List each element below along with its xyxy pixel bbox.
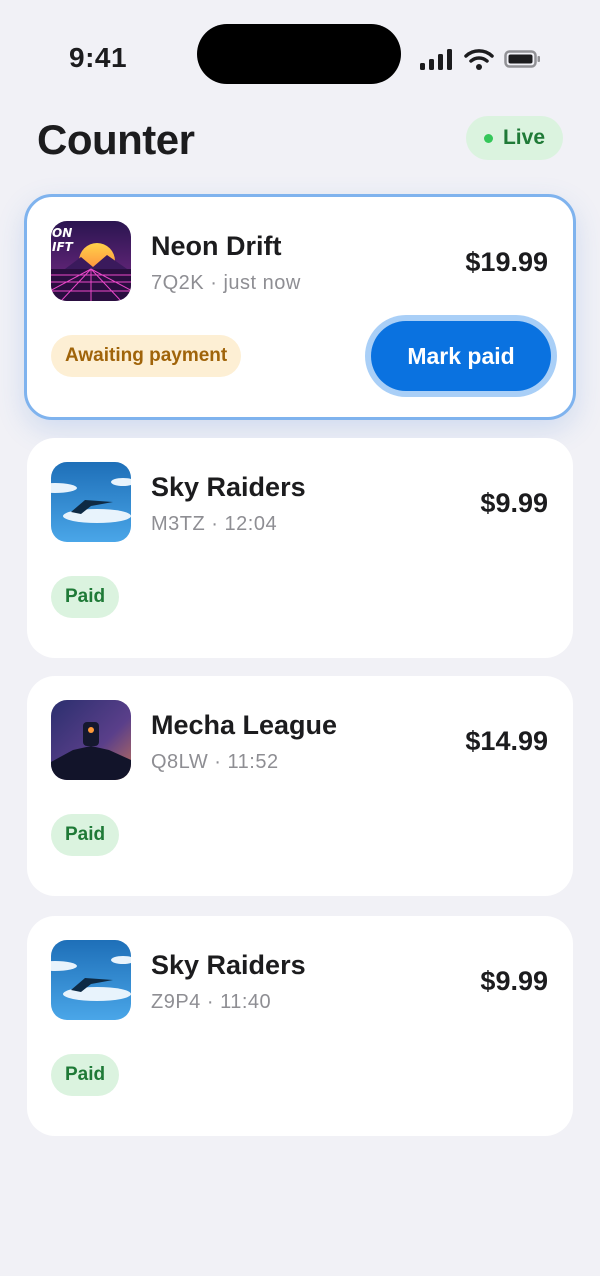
live-label: Live [502,126,546,149]
order-meta: Q8LW · 11:52 [151,751,279,774]
battery-icon [504,50,540,68]
game-name: Neon Drift [151,231,282,261]
order-card[interactable]: Mecha League Q8LW · 11:52 $14.99 Paid [27,676,573,896]
order-price: $9.99 [480,966,548,996]
order-code: Z9P4 [151,991,201,1013]
order-price: $19.99 [465,247,548,277]
order-time: 11:52 [227,751,279,773]
wifi-icon [464,49,494,70]
game-name: Sky Raiders [151,472,306,502]
status-badge-paid: Paid [51,814,120,856]
status-badge-paid: Paid [51,1054,120,1096]
live-status-badge: Live [466,116,563,160]
status-badge-paid: Paid [51,576,120,618]
live-dot-icon [483,133,493,143]
order-price: $14.99 [465,726,548,756]
mecha-league-art-icon [51,700,131,780]
order-time: 11:40 [220,991,272,1013]
order-meta: Z9P4 · 11:40 [151,991,271,1014]
mecha-league-thumbnail [51,700,131,780]
order-time: 12:04 [224,513,278,535]
order-time: just now [223,272,301,294]
sky-raiders-thumbnail [51,940,131,1020]
order-code: Q8LW [151,751,209,773]
status-badge-awaiting: Awaiting payment [51,335,242,377]
order-code: M3TZ [151,513,206,535]
sky-raiders-art-icon [51,462,131,542]
page-title: Counter [37,116,195,163]
meta-separator: · [214,751,222,773]
svg-text:IFT: IFT [52,240,74,254]
order-price: $9.99 [480,488,548,518]
order-code: 7Q2K [151,272,205,294]
order-card[interactable]: Sky Raiders Z9P4 · 11:40 $9.99 Paid [27,916,573,1136]
cellular-signal-icon [420,49,452,70]
game-name: Sky Raiders [151,950,306,980]
sky-raiders-art-icon [51,940,131,1020]
meta-separator: · [211,513,219,535]
dynamic-island [197,24,401,84]
neon-drift-art-icon: ON IFT [51,221,131,301]
neon-drift-thumbnail: ON IFT [51,221,131,301]
svg-text:ON: ON [52,226,72,240]
order-card-active[interactable]: ON IFT Neon Drift 7Q2K · just now $19.99… [24,194,576,420]
status-icons [420,46,542,72]
sky-raiders-thumbnail [51,462,131,542]
meta-separator: · [210,272,218,294]
order-card[interactable]: Sky Raiders M3TZ · 12:04 $9.99 Paid [27,438,573,658]
status-time: 9:41 [69,42,128,73]
order-meta: M3TZ · 12:04 [151,513,277,536]
meta-separator: · [206,991,215,1013]
order-meta: 7Q2K · just now [151,272,301,295]
mark-paid-button[interactable]: Mark paid [371,321,551,391]
game-name: Mecha League [151,710,338,740]
